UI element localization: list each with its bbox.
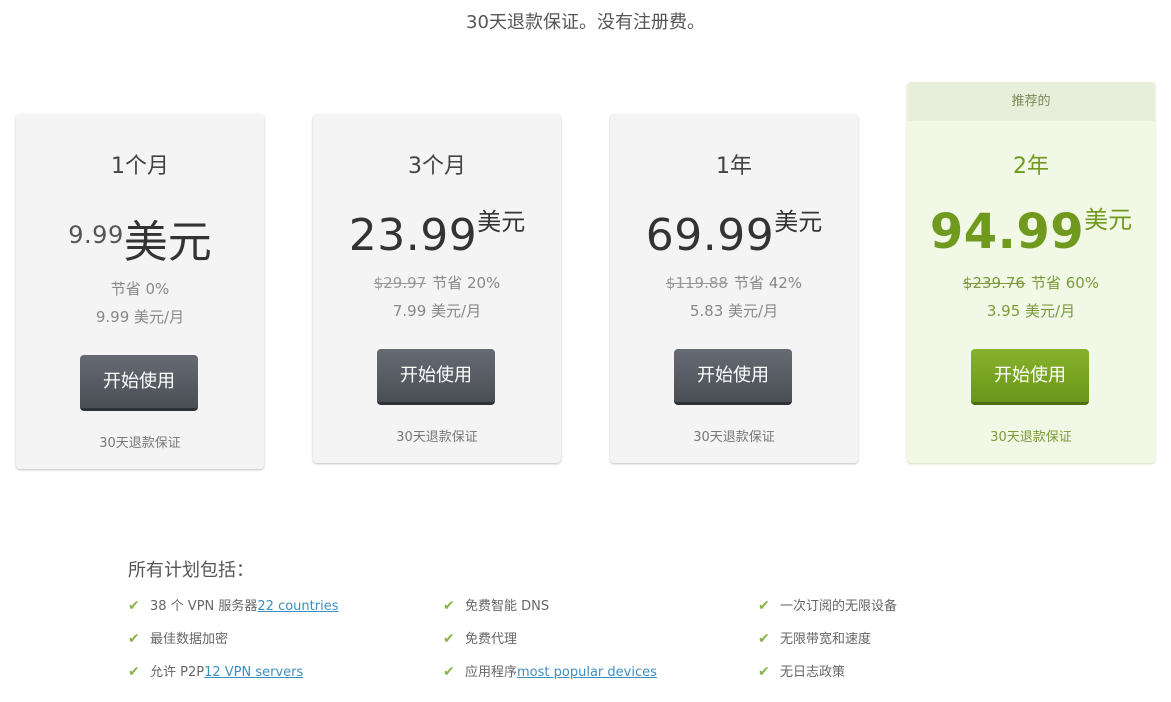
price-currency: 美元 [1084, 206, 1133, 234]
plan-name: 1个月 [111, 154, 169, 179]
checkmark-icon: ✔ [128, 631, 140, 647]
plan-card-2-years-recommended: 推荐的 2年 94.99美元 $239.76 节省 60% 3.95 美元/月 开… [907, 82, 1155, 463]
feature-text: 无日志政策 [780, 665, 846, 680]
plan-name: 2年 [1013, 154, 1049, 179]
features-title: 所有计划包括： [128, 560, 254, 581]
feature-link-vpn-servers[interactable]: 12 VPN servers [204, 665, 303, 680]
feature-text: 免费代理 [465, 632, 518, 647]
checkmark-icon: ✔ [128, 598, 140, 614]
feature-item: ✔ 一次订阅的无限设备 [758, 595, 897, 614]
top-guarantee-text: 30天退款保证。没有注册费。 [466, 12, 705, 33]
feature-text: 应用程序 [465, 665, 518, 680]
checkmark-icon: ✔ [128, 664, 140, 680]
feature-text: 允许 P2P [150, 665, 205, 680]
feature-item: ✔ 无日志政策 [758, 661, 845, 680]
feature-text: 一次订阅的无限设备 [780, 599, 898, 614]
plan-guarantee: 30天退款保证 [99, 436, 181, 451]
plan-savings: $29.97 节省 20% [313, 272, 561, 293]
feature-item: ✔ 免费代理 [443, 628, 517, 647]
get-started-button-1-month[interactable]: 开始使用 [80, 355, 198, 411]
feature-link-countries[interactable]: 22 countries [257, 599, 338, 614]
get-started-button-3-months[interactable]: 开始使用 [377, 349, 495, 405]
checkmark-icon: ✔ [443, 631, 455, 647]
plan-card-1-year: 1年 69.99美元 $119.88 节省 42% 5.83 美元/月 开始使用 … [610, 114, 858, 463]
plan-per-month: 7.99 美元/月 [392, 302, 482, 320]
plan-guarantee: 30天退款保证 [396, 430, 478, 445]
feature-item: ✔ 38 个 VPN 服务器22 countries [128, 595, 339, 614]
feature-item: ✔ 免费智能 DNS [443, 595, 549, 614]
feature-text: 免费智能 DNS [465, 599, 550, 614]
recommended-badge: 推荐的 [907, 82, 1155, 121]
get-started-button-1-year[interactable]: 开始使用 [674, 349, 792, 405]
feature-link-devices[interactable]: most popular devices [517, 665, 657, 680]
old-price: $119.88 [665, 274, 728, 292]
plan-guarantee: 30天退款保证 [693, 430, 775, 445]
plan-name: 1年 [716, 154, 752, 179]
feature-item: ✔ 最佳数据加密 [128, 628, 228, 647]
checkmark-icon: ✔ [443, 664, 455, 680]
price-currency: 美元 [774, 208, 823, 236]
old-price: $239.76 [962, 274, 1025, 292]
feature-text: 最佳数据加密 [150, 632, 229, 647]
savings-percent: 节省 20% [432, 274, 501, 292]
plan-savings: 节省 0% [16, 278, 264, 299]
plan-price: 69.99美元 [610, 202, 858, 261]
plan-card-3-months: 3个月 23.99美元 $29.97 节省 20% 7.99 美元/月 开始使用 … [313, 114, 561, 463]
price-currency: 美元 [123, 217, 212, 268]
price-amount: 23.99 [348, 210, 478, 261]
plan-per-month: 3.95 美元/月 [986, 302, 1076, 320]
feature-text: 无限带宽和速度 [780, 632, 872, 647]
price-amount: 69.99 [645, 210, 775, 261]
checkmark-icon: ✔ [758, 598, 770, 614]
price-currency: 美元 [477, 208, 526, 236]
plan-card-1-month: 1个月 9.99美元 节省 0% 9.99 美元/月 开始使用 30天退款保证 [16, 114, 264, 469]
plan-savings: $119.88 节省 42% [610, 272, 858, 293]
feature-item: ✔ 无限带宽和速度 [758, 628, 871, 647]
savings-percent: 节省 42% [733, 274, 803, 292]
plan-per-month: 5.83 美元/月 [689, 302, 779, 320]
feature-item: ✔ 允许 P2P12 VPN servers [128, 661, 303, 680]
price-amount: 94.99 [929, 204, 1085, 260]
checkmark-icon: ✔ [758, 631, 770, 647]
plan-price: 94.99美元 [907, 200, 1155, 260]
savings-percent: 节省 60% [1030, 274, 1100, 292]
checkmark-icon: ✔ [443, 598, 455, 614]
plan-price: 9.99美元 [16, 206, 264, 270]
plan-savings: $239.76 节省 60% [907, 272, 1155, 293]
plan-guarantee: 30天退款保证 [990, 430, 1072, 445]
checkmark-icon: ✔ [758, 664, 770, 680]
feature-text: 38 个 VPN 服务器 [150, 599, 258, 614]
plan-name: 3个月 [408, 154, 466, 179]
old-price: $29.97 [373, 274, 427, 292]
plan-per-month: 9.99 美元/月 [95, 308, 185, 326]
get-started-button-2-years[interactable]: 开始使用 [971, 349, 1089, 405]
price-amount: 9.99 [68, 221, 124, 249]
plan-price: 23.99美元 [313, 202, 561, 261]
savings-percent: 节省 0% [110, 280, 170, 298]
feature-item: ✔ 应用程序most popular devices [443, 661, 657, 680]
